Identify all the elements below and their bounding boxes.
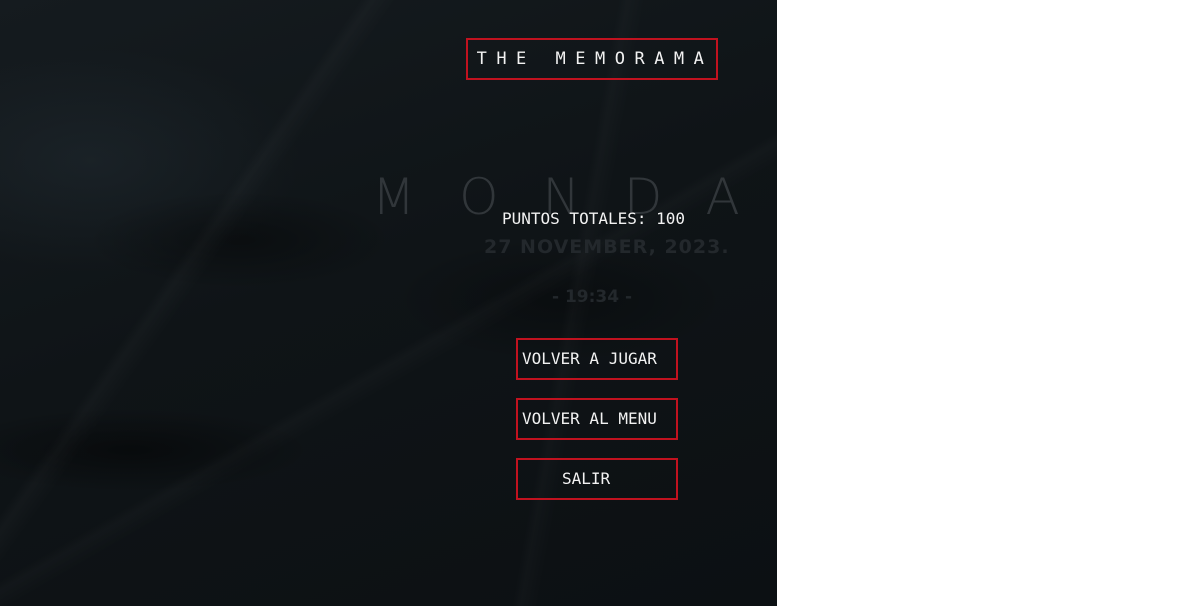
- total-score: PUNTOS TOTALES: 100: [502, 209, 686, 228]
- game-title: THE MEMORAMA: [466, 38, 718, 80]
- exit-button[interactable]: SALIR: [516, 458, 678, 500]
- background-time-text: - 19:34 -: [552, 287, 633, 307]
- background-date-text: 27 NOVEMBER, 2023.: [484, 236, 730, 258]
- play-again-button[interactable]: VOLVER A JUGAR: [516, 338, 678, 380]
- game-screen: MONDAY 27 NOVEMBER, 2023. - 19:34 - THE …: [0, 0, 777, 606]
- back-to-menu-button[interactable]: VOLVER AL MENU: [516, 398, 678, 440]
